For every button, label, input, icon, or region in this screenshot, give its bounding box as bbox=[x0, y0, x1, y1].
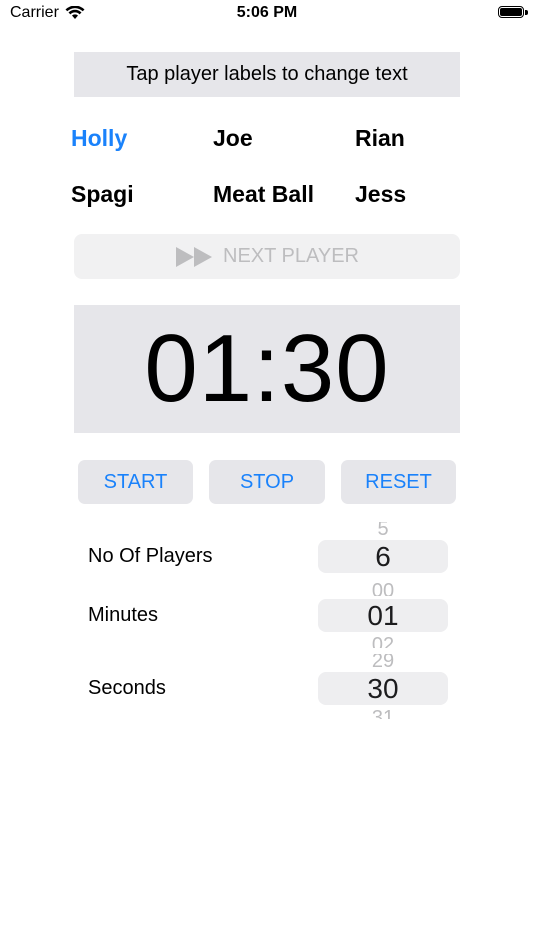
player-label-1[interactable]: Holly bbox=[71, 123, 127, 153]
battery-icon bbox=[498, 6, 524, 18]
player-label-2[interactable]: Joe bbox=[213, 123, 253, 153]
reset-button[interactable]: RESET bbox=[341, 460, 456, 504]
stop-button[interactable]: STOP bbox=[209, 460, 325, 504]
player-label-5[interactable]: Meat Ball bbox=[213, 179, 314, 209]
timer-display: 01:30 bbox=[74, 305, 460, 433]
seconds-label: Seconds bbox=[88, 677, 166, 699]
player-label-3[interactable]: Rian bbox=[355, 123, 405, 153]
minutes-picker-value: 01 bbox=[367, 600, 399, 631]
players-picker-value: 6 bbox=[375, 541, 391, 572]
player-label-4[interactable]: Spagi bbox=[71, 179, 134, 209]
seconds-picker-value: 30 bbox=[367, 673, 399, 704]
seconds-picker-next: 31 bbox=[371, 707, 395, 719]
battery-tip bbox=[525, 10, 528, 15]
no-of-players-label: No Of Players bbox=[88, 545, 213, 567]
players-picker-prev: 5 bbox=[377, 522, 389, 536]
seconds-picker-prev: 29 bbox=[371, 654, 395, 668]
minutes-label: Minutes bbox=[88, 604, 159, 626]
next-player-label: NEXT PLAYER bbox=[223, 245, 359, 267]
minutes-picker-prev: 00 bbox=[371, 580, 395, 596]
next-player-button[interactable]: NEXT PLAYER bbox=[74, 234, 460, 279]
status-time: 5:06 PM bbox=[236, 4, 298, 21]
start-button[interactable]: START bbox=[78, 460, 193, 504]
fast-forward-icon bbox=[176, 246, 212, 267]
minutes-picker-next: 02 bbox=[371, 634, 395, 648]
player-label-6[interactable]: Jess bbox=[355, 179, 406, 209]
instruction-banner: Tap player labels to change text bbox=[74, 52, 460, 97]
